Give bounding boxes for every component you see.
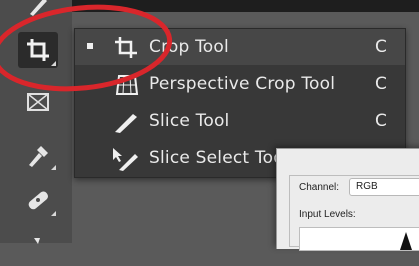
channel-label: Channel: [299,182,340,193]
next-tool-button[interactable] [18,230,58,266]
levels-dialog: Channel: RGB Input Levels: [276,148,419,251]
slice-select-icon [111,146,141,176]
eyedropper-icon [29,146,48,167]
menu-item-label: Slice Tool [149,111,230,131]
brush-icon [34,238,40,244]
menu-item-label: Slice Select Tool [149,148,289,168]
highlight-circle [0,4,173,92]
menu-item-shortcut: C [375,111,387,131]
menu-item-shortcut: C [375,74,387,94]
flyout-indicator-icon [51,165,56,170]
healing-brush-tool-button[interactable] [18,182,58,218]
input-levels-label: Input Levels: [299,209,356,220]
menu-item-shortcut: C [375,37,387,57]
flyout-indicator-icon [51,211,56,216]
eyedropper-tool-button[interactable] [18,136,58,172]
slice-icon [111,109,141,139]
channel-select[interactable]: RGB [349,178,419,196]
bandage-icon [28,191,49,210]
histogram [299,227,419,251]
menu-item-slice-tool[interactable]: Slice Tool C [75,103,405,139]
